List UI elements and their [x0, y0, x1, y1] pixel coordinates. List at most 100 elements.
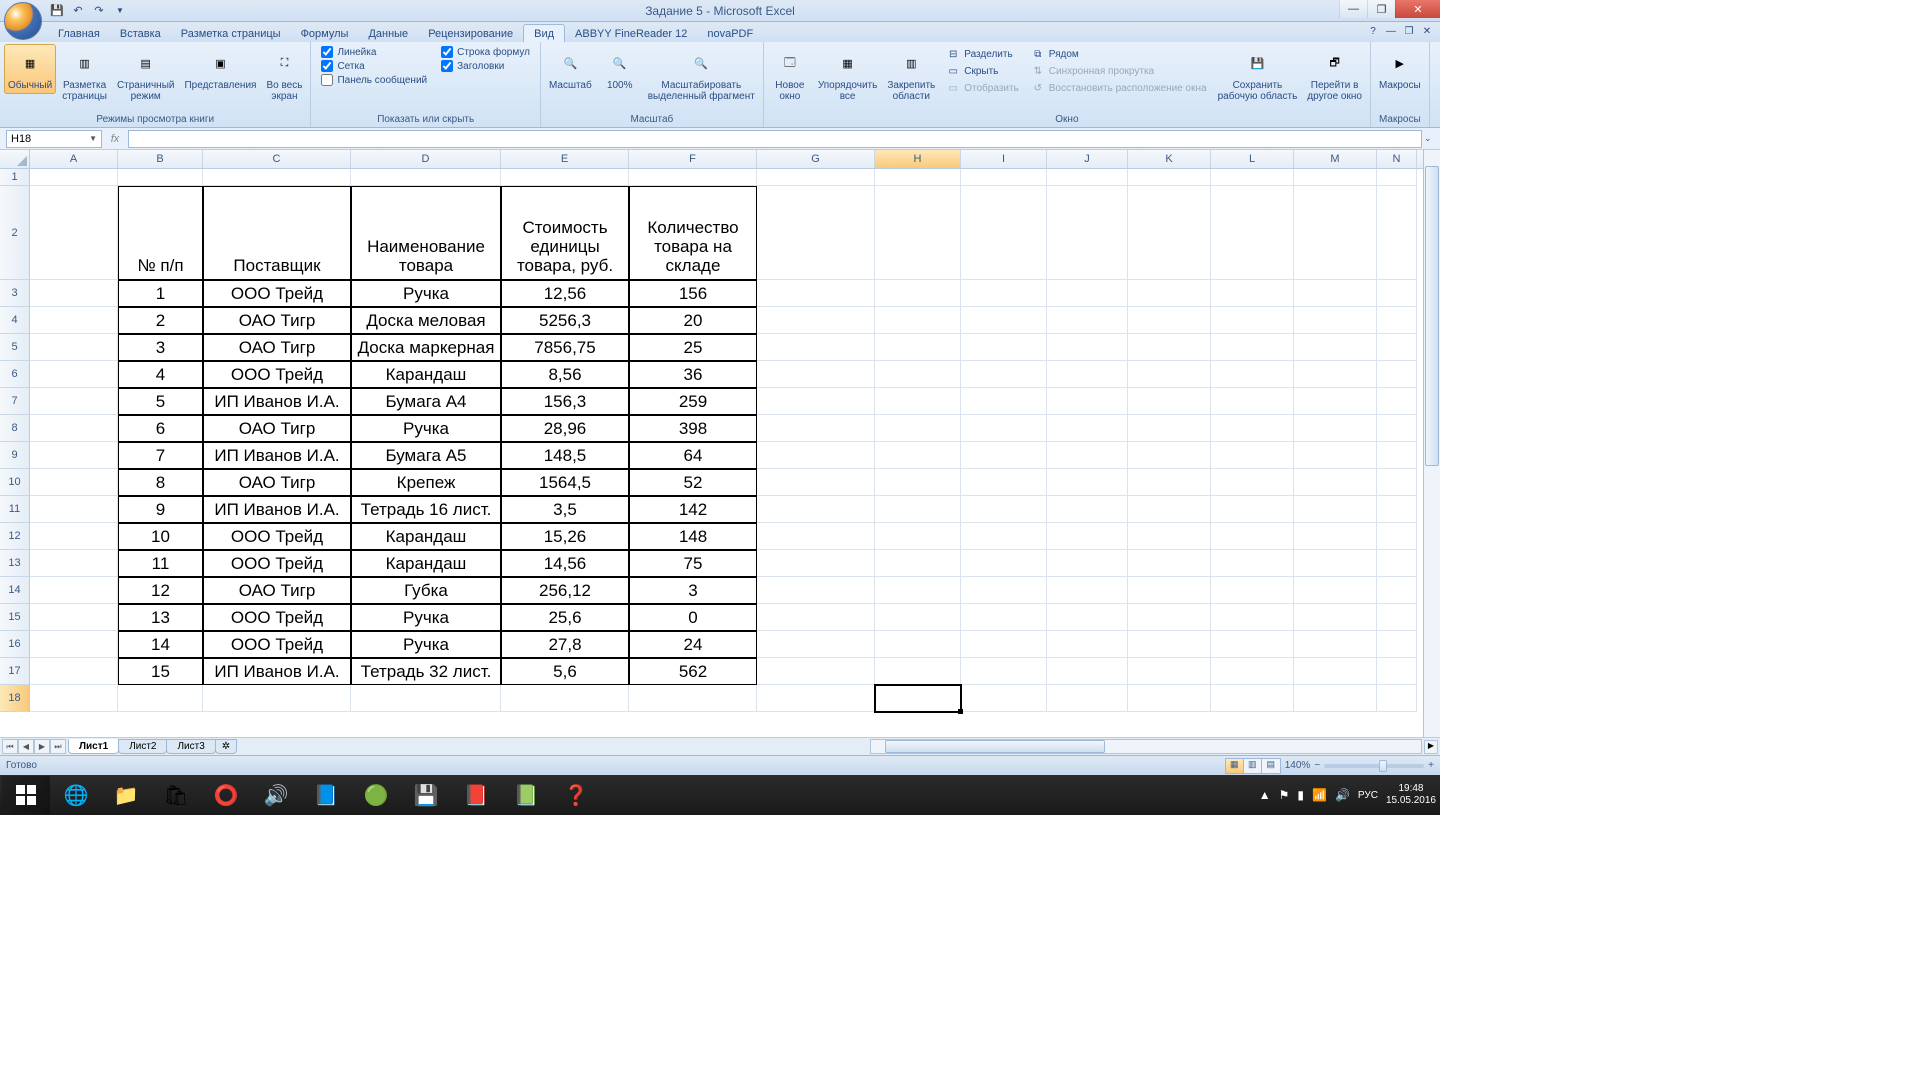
cell[interactable]: 398	[629, 415, 757, 442]
tab-abbyy[interactable]: ABBYY FineReader 12	[565, 25, 697, 42]
cell[interactable]	[30, 307, 118, 334]
cell[interactable]	[961, 307, 1047, 334]
cell[interactable]	[1211, 469, 1294, 496]
cell[interactable]	[875, 388, 961, 415]
tray-flag-icon[interactable]: ⚑	[1279, 788, 1290, 802]
cell[interactable]	[1377, 469, 1417, 496]
cell[interactable]: 15	[118, 658, 203, 685]
cell[interactable]: ООО Трейд	[203, 361, 351, 388]
zoom-selection-button[interactable]: 🔍Масштабировать выделенный фрагмент	[644, 44, 759, 105]
tab-review[interactable]: Рецензирование	[418, 25, 523, 42]
cell[interactable]	[1211, 169, 1294, 186]
cell[interactable]	[1211, 631, 1294, 658]
cell[interactable]	[1128, 442, 1211, 469]
cell[interactable]: 256,12	[501, 577, 629, 604]
tb-excel-icon[interactable]: 📗	[502, 776, 550, 814]
cell[interactable]	[30, 604, 118, 631]
view-custom-button[interactable]: ▣Представления	[180, 44, 260, 94]
cell[interactable]: 14,56	[501, 550, 629, 577]
cell[interactable]	[961, 415, 1047, 442]
col-header[interactable]: I	[961, 150, 1047, 168]
cell[interactable]	[30, 685, 118, 712]
cell[interactable]	[757, 442, 875, 469]
cell[interactable]	[1128, 415, 1211, 442]
cell[interactable]: 12	[118, 577, 203, 604]
cell[interactable]: Карандаш	[351, 361, 501, 388]
view-page-break-button[interactable]: ▤Страничный режим	[113, 44, 179, 105]
cell[interactable]	[757, 685, 875, 712]
cell[interactable]	[1294, 469, 1377, 496]
cell[interactable]	[1047, 658, 1128, 685]
cell[interactable]	[961, 169, 1047, 186]
cell[interactable]	[1128, 658, 1211, 685]
tray-network-icon[interactable]: 📶	[1312, 788, 1327, 802]
cell[interactable]	[1128, 685, 1211, 712]
cell[interactable]	[30, 577, 118, 604]
cell[interactable]	[1211, 334, 1294, 361]
sheet-tab-1[interactable]: Лист1	[68, 739, 119, 754]
cell[interactable]	[961, 658, 1047, 685]
formula-input[interactable]	[128, 130, 1422, 148]
cell[interactable]	[118, 169, 203, 186]
cell[interactable]	[1211, 496, 1294, 523]
redo-icon[interactable]: ↷	[90, 2, 108, 20]
cell[interactable]	[757, 280, 875, 307]
cell[interactable]: 156,3	[501, 388, 629, 415]
cell[interactable]: 6	[118, 415, 203, 442]
cell[interactable]: 3	[629, 577, 757, 604]
side-by-side-button[interactable]: ⧉Рядом	[1028, 46, 1210, 62]
save-icon[interactable]: 💾	[48, 2, 66, 20]
cell[interactable]	[1294, 658, 1377, 685]
tray-volume-icon[interactable]: 🔊	[1335, 788, 1350, 802]
tab-home[interactable]: Главная	[48, 25, 110, 42]
cell[interactable]	[1377, 442, 1417, 469]
cell[interactable]: 3,5	[501, 496, 629, 523]
cell[interactable]	[1377, 388, 1417, 415]
cell[interactable]	[1211, 658, 1294, 685]
cell[interactable]: Тетрадь 32 лист.	[351, 658, 501, 685]
cell[interactable]	[30, 658, 118, 685]
name-box[interactable]: H18▼	[6, 130, 102, 148]
cell[interactable]	[1047, 307, 1128, 334]
cell[interactable]	[757, 604, 875, 631]
cell[interactable]: 25,6	[501, 604, 629, 631]
start-button[interactable]	[2, 776, 50, 814]
cell[interactable]	[1377, 307, 1417, 334]
sheet-tab-2[interactable]: Лист2	[118, 739, 167, 754]
cell[interactable]	[757, 469, 875, 496]
zoom-100-button[interactable]: 🔍100%	[598, 44, 642, 94]
cell[interactable]	[351, 685, 501, 712]
cell[interactable]	[1377, 631, 1417, 658]
tb-torrent-icon[interactable]: 🟢	[352, 776, 400, 814]
cell[interactable]: ИП Иванов И.А.	[203, 442, 351, 469]
cell[interactable]	[1128, 631, 1211, 658]
cell[interactable]: 156	[629, 280, 757, 307]
row-header[interactable]: 7	[0, 388, 30, 415]
cell[interactable]	[30, 361, 118, 388]
zoom-value[interactable]: 140%	[1285, 760, 1311, 771]
tab-view[interactable]: Вид	[523, 24, 565, 42]
cell[interactable]: 10	[118, 523, 203, 550]
cell[interactable]	[875, 169, 961, 186]
cell[interactable]	[875, 577, 961, 604]
cell[interactable]: 562	[629, 658, 757, 685]
cell[interactable]	[1294, 523, 1377, 550]
row-header[interactable]: 16	[0, 631, 30, 658]
col-header[interactable]: H	[875, 150, 961, 168]
cell[interactable]	[1377, 361, 1417, 388]
cell[interactable]	[1211, 685, 1294, 712]
cell[interactable]	[1211, 307, 1294, 334]
reset-pos-button[interactable]: ↺Восстановить расположение окна	[1028, 80, 1210, 96]
cell[interactable]	[875, 442, 961, 469]
cell[interactable]	[961, 186, 1047, 280]
cell[interactable]	[961, 550, 1047, 577]
cell[interactable]	[757, 550, 875, 577]
col-header[interactable]: G	[757, 150, 875, 168]
cell[interactable]	[1211, 388, 1294, 415]
cell[interactable]	[1128, 186, 1211, 280]
cell[interactable]: 8	[118, 469, 203, 496]
cell[interactable]	[875, 496, 961, 523]
cell[interactable]	[1211, 280, 1294, 307]
sheet-first-icon[interactable]: ⏮	[2, 739, 18, 754]
cell[interactable]	[757, 361, 875, 388]
